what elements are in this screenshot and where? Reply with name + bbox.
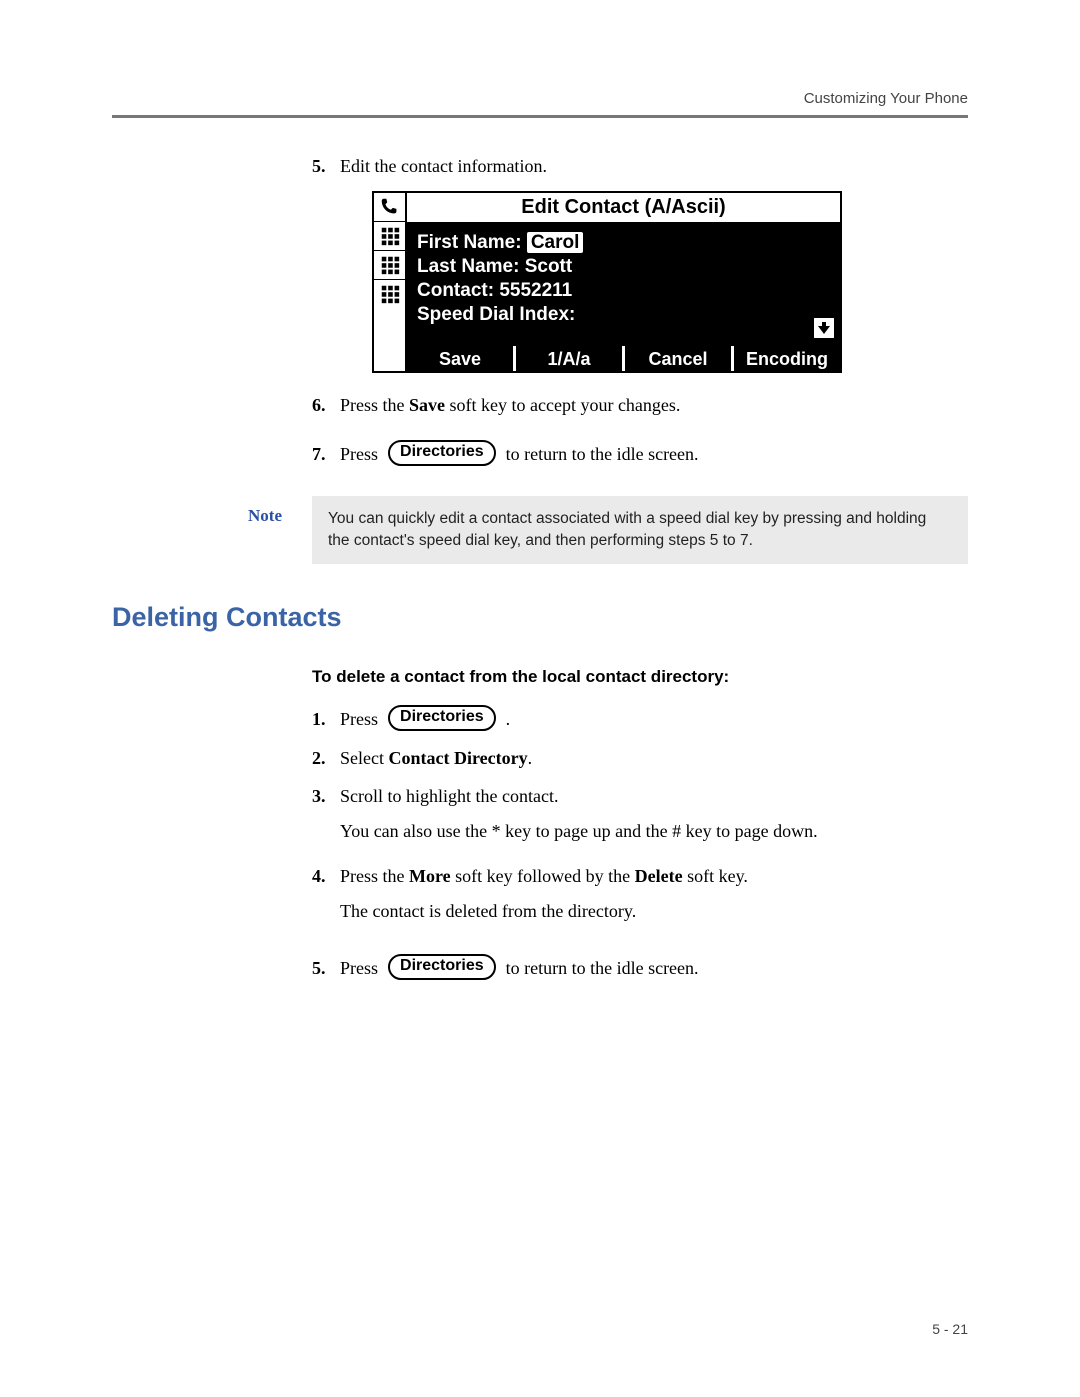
page-container: Customizing Your Phone 5. Edit the conta…	[0, 0, 1080, 1397]
step-b5: 5. Press Directories to return to the id…	[312, 954, 968, 983]
speed-dial-line: Speed Dial Index:	[417, 304, 830, 326]
text-frag: soft key followed by the	[451, 866, 635, 886]
step-list-b: 1. Press Directories . 2. Select Contact…	[312, 705, 968, 983]
page-number: 5 - 21	[932, 1321, 968, 1337]
step-b1: 1. Press Directories .	[312, 705, 968, 734]
text-line: You can also use the * key to page up an…	[340, 817, 968, 846]
step-text: Press the More soft key followed by the …	[340, 862, 968, 932]
section-heading-deleting-contacts: Deleting Contacts	[112, 602, 968, 633]
running-header: Customizing Your Phone	[112, 90, 968, 107]
step-5: 5. Edit the contact information.	[312, 152, 968, 181]
note-box: You can quickly edit a contact associate…	[312, 496, 968, 563]
save-bold: Save	[409, 395, 445, 415]
header-rule	[112, 115, 968, 118]
content-column: 5. Edit the contact information.	[312, 152, 968, 468]
text-line: The contact is deleted from the director…	[340, 897, 968, 926]
phone-screen-figure: Edit Contact (A/Ascii) First Name: Carol…	[372, 191, 842, 373]
text-frag: Press	[340, 954, 378, 983]
text-frag: Press	[340, 440, 378, 469]
phone-title: Edit Contact (A/Ascii)	[407, 193, 840, 224]
softkey-mode: 1/A/a	[516, 346, 625, 371]
directories-key: Directories	[388, 705, 496, 731]
text-frag: .	[506, 705, 511, 734]
step-7: 7. Press Directories to return to the id…	[312, 440, 968, 469]
first-name-value: Carol	[527, 232, 584, 253]
keypad-icon	[374, 280, 405, 309]
step-b3: 3. Scroll to highlight the contact. You …	[312, 782, 968, 852]
softkey-save: Save	[407, 346, 516, 371]
step-number: 7.	[312, 440, 340, 469]
keypad-icon	[374, 222, 405, 251]
step-text: Scroll to highlight the contact. You can…	[340, 782, 968, 852]
text-frag: Select	[340, 748, 388, 768]
keypad-icon	[374, 251, 405, 280]
step-number: 5.	[312, 954, 340, 983]
step-text: Press Directories to return to the idle …	[340, 954, 968, 983]
text-line: Scroll to highlight the contact.	[340, 782, 968, 811]
step-number: 3.	[312, 782, 340, 811]
note-row: Note You can quickly edit a contact asso…	[112, 496, 968, 563]
delete-bold: Delete	[635, 866, 683, 886]
step-list-a-cont: 6. Press the Save soft key to accept you…	[312, 391, 968, 469]
first-name-label: First Name:	[417, 232, 522, 253]
phone-body: First Name: Carol Last Name: Scott Conta…	[407, 224, 840, 344]
scroll-down-icon	[812, 316, 836, 340]
text-frag: soft key.	[683, 866, 748, 886]
text-frag: Press the	[340, 866, 409, 886]
step-number: 6.	[312, 391, 340, 420]
step-b2: 2. Select Contact Directory.	[312, 744, 968, 773]
handset-icon	[374, 193, 405, 222]
step-text: Press the Save soft key to accept your c…	[340, 391, 968, 420]
step-list-a: 5. Edit the contact information.	[312, 152, 968, 181]
step-b4: 4. Press the More soft key followed by t…	[312, 862, 968, 932]
step-text: Press Directories .	[340, 705, 968, 734]
contact-directory-bold: Contact Directory	[388, 748, 527, 768]
step-6: 6. Press the Save soft key to accept you…	[312, 391, 968, 420]
step-number: 4.	[312, 862, 340, 891]
step-text: Edit the contact information.	[340, 152, 968, 181]
directories-key: Directories	[388, 954, 496, 980]
subheading: To delete a contact from the local conta…	[312, 667, 968, 687]
step-number: 5.	[312, 152, 340, 181]
first-name-line: First Name: Carol	[417, 232, 830, 254]
step-text: Select Contact Directory.	[340, 744, 968, 773]
content-column-b: To delete a contact from the local conta…	[312, 667, 968, 983]
step-number: 1.	[312, 705, 340, 734]
step-text: Press Directories to return to the idle …	[340, 440, 968, 469]
text-frag: .	[528, 748, 533, 768]
softkey-encoding: Encoding	[734, 346, 840, 371]
text-frag: to return to the idle screen.	[506, 954, 699, 983]
softkey-row: Save 1/A/a Cancel Encoding	[407, 344, 840, 371]
contact-line: Contact: 5552211	[417, 280, 830, 302]
more-bold: More	[409, 866, 451, 886]
text-frag: to return to the idle screen.	[506, 440, 699, 469]
text-frag: soft key to accept your changes.	[445, 395, 680, 415]
text-frag: Press	[340, 705, 378, 734]
directories-key: Directories	[388, 440, 496, 466]
phone-main: Edit Contact (A/Ascii) First Name: Carol…	[407, 193, 840, 371]
step-number: 2.	[312, 744, 340, 773]
text-line: Press the More soft key followed by the …	[340, 862, 968, 891]
note-label: Note	[112, 496, 312, 526]
text-frag: Press the	[340, 395, 409, 415]
softkey-cancel: Cancel	[625, 346, 734, 371]
phone-sidebar	[374, 193, 407, 371]
last-name-line: Last Name: Scott	[417, 256, 830, 278]
